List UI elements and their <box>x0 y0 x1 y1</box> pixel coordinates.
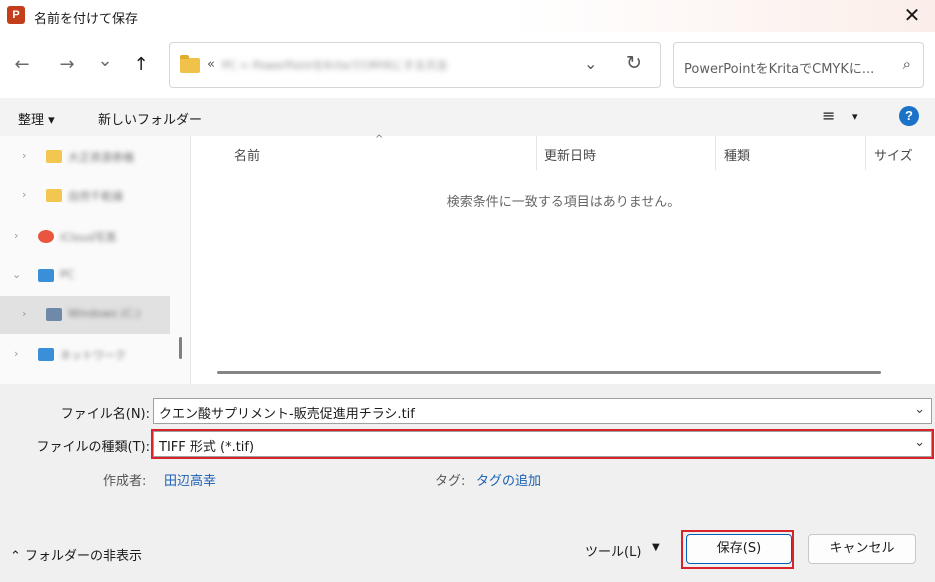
tools-menu-button[interactable]: ツール(L) <box>585 541 641 560</box>
tools-caret-icon[interactable]: ▼ <box>652 542 660 553</box>
address-bar[interactable]: « PC > PowerPointをKritaでCMYKにする方法 ⌄ ↻ <box>169 42 661 88</box>
file-list: ^ 名前 更新日時 種類 サイズ 検索条件に一致する項目はありません。 <box>190 134 935 384</box>
sidebar-item-label: PC <box>60 268 75 281</box>
navigation-bar: ← → ⌄ ↑ « PC > PowerPointをKritaでCMYKにする方… <box>0 32 935 98</box>
collapse-chevron-icon[interactable]: ⌄ <box>12 268 21 281</box>
save-button[interactable]: 保存(S) <box>686 534 792 564</box>
sidebar-item[interactable]: › 大正資源券機 <box>0 138 170 176</box>
column-header-date[interactable]: 更新日時 <box>544 145 596 164</box>
folder-icon <box>46 189 62 202</box>
filetype-label: ファイルの種類(T): <box>36 440 150 455</box>
add-tags-link[interactable]: タグの追加 <box>476 470 541 489</box>
filename-field[interactable]: クエン酸サプリメント-販売促進用チラシ.tif ⌄ <box>153 398 932 424</box>
empty-message: 検索条件に一致する項目はありません。 <box>446 195 681 210</box>
horizontal-scrollbar[interactable] <box>217 371 881 374</box>
navigation-pane: › 大正資源券機 › 自然千乾燥 › iCloud写真 ⌄ PC › Windo… <box>0 136 190 384</box>
column-divider[interactable] <box>865 136 866 170</box>
expand-chevron-icon[interactable]: › <box>22 188 26 201</box>
view-list-icon[interactable]: ≡ <box>822 106 835 125</box>
column-header-size[interactable]: サイズ <box>874 145 913 164</box>
window-title: 名前を付けて保存 <box>34 12 139 27</box>
sidebar-item-label: Windows (C:) <box>68 307 141 320</box>
expand-chevron-icon[interactable]: › <box>22 307 26 320</box>
search-icon[interactable]: ⌕ <box>903 55 911 73</box>
help-icon[interactable]: ? <box>899 106 919 126</box>
close-button[interactable]: ✕ <box>889 0 935 32</box>
hide-folders-button[interactable]: ⌃ フォルダーの非表示 <box>10 545 142 564</box>
folder-icon <box>46 150 62 163</box>
sidebar-item-label: 自然千乾燥 <box>68 190 123 203</box>
path-overflow-icon[interactable]: « <box>207 57 215 72</box>
forward-arrow-icon[interactable]: → <box>55 53 79 77</box>
pc-icon <box>38 269 54 282</box>
search-box[interactable]: PowerPointをKritaでCMYKに... ⌕ <box>673 42 924 88</box>
filetype-value[interactable]: TIFF 形式 (*.tif) <box>159 436 254 455</box>
address-path[interactable]: PC > PowerPointをKritaでCMYKにする方法 <box>222 57 552 73</box>
refresh-icon[interactable]: ↻ <box>626 52 642 74</box>
save-options-panel: ファイル名(N): クエン酸サプリメント-販売促進用チラシ.tif ⌄ ファイル… <box>0 384 935 582</box>
address-dropdown-chevron-icon[interactable]: ⌄ <box>584 54 597 73</box>
filename-label: ファイル名(N): <box>60 407 150 422</box>
title-bar: P 名前を付けて保存 ✕ <box>0 0 935 32</box>
column-header-name[interactable]: 名前 <box>234 145 260 164</box>
cancel-button[interactable]: キャンセル <box>808 534 916 564</box>
sidebar-item[interactable]: › 自然千乾燥 <box>0 177 170 215</box>
folder-icon <box>180 55 200 73</box>
organize-menu-button[interactable]: 整理 ▾ <box>18 109 55 128</box>
photos-icon <box>38 230 54 243</box>
recent-locations-chevron-icon[interactable]: ⌄ <box>93 49 117 73</box>
filename-input[interactable]: クエン酸サプリメント-販売促進用チラシ.tif <box>159 403 415 422</box>
sidebar-item-label: iCloud写真 <box>60 231 117 244</box>
up-arrow-icon[interactable]: ↑ <box>129 53 153 77</box>
chevron-down-icon[interactable]: ⌄ <box>914 435 925 450</box>
column-divider[interactable] <box>536 136 537 170</box>
sidebar-item-network[interactable]: › ネットワーク <box>0 336 170 374</box>
column-divider[interactable] <box>715 136 716 170</box>
network-icon <box>38 348 54 361</box>
sidebar-item-label: ネットワーク <box>60 349 126 362</box>
sidebar-item-windows-c[interactable]: › Windows (C:) <box>0 296 170 334</box>
sidebar-item-icloud-photos[interactable]: › iCloud写真 <box>0 218 170 256</box>
sidebar-scrollbar[interactable] <box>179 337 182 359</box>
expand-chevron-icon[interactable]: › <box>14 229 18 242</box>
view-options-caret-icon[interactable]: ▾ <box>852 110 858 123</box>
sort-ascending-icon: ^ <box>375 134 384 145</box>
new-folder-button[interactable]: 新しいフォルダー <box>98 109 202 128</box>
back-arrow-icon[interactable]: ← <box>10 53 34 77</box>
author-label: 作成者: <box>103 474 147 489</box>
expand-chevron-icon[interactable]: › <box>22 149 26 162</box>
tags-label: タグ: <box>435 474 466 489</box>
column-header-type[interactable]: 種類 <box>724 145 750 164</box>
dialog-footer: ⌃ フォルダーの非表示 ツール(L) ▼ 保存(S) キャンセル <box>0 508 935 582</box>
search-input[interactable]: PowerPointをKritaでCMYKに... <box>684 58 874 77</box>
filetype-select[interactable]: TIFF 形式 (*.tif) ⌄ <box>151 429 934 459</box>
command-bar: 整理 ▾ 新しいフォルダー ≡ ▾ ? <box>0 98 935 136</box>
powerpoint-icon: P <box>7 6 25 24</box>
expand-chevron-icon[interactable]: › <box>14 347 18 360</box>
author-value[interactable]: 田辺高幸 <box>164 470 216 489</box>
chevron-down-icon[interactable]: ⌄ <box>914 402 925 417</box>
sidebar-item-pc[interactable]: ⌄ PC <box>0 257 170 295</box>
sidebar-item-label: 大正資源券機 <box>68 151 134 164</box>
drive-icon <box>46 308 62 321</box>
